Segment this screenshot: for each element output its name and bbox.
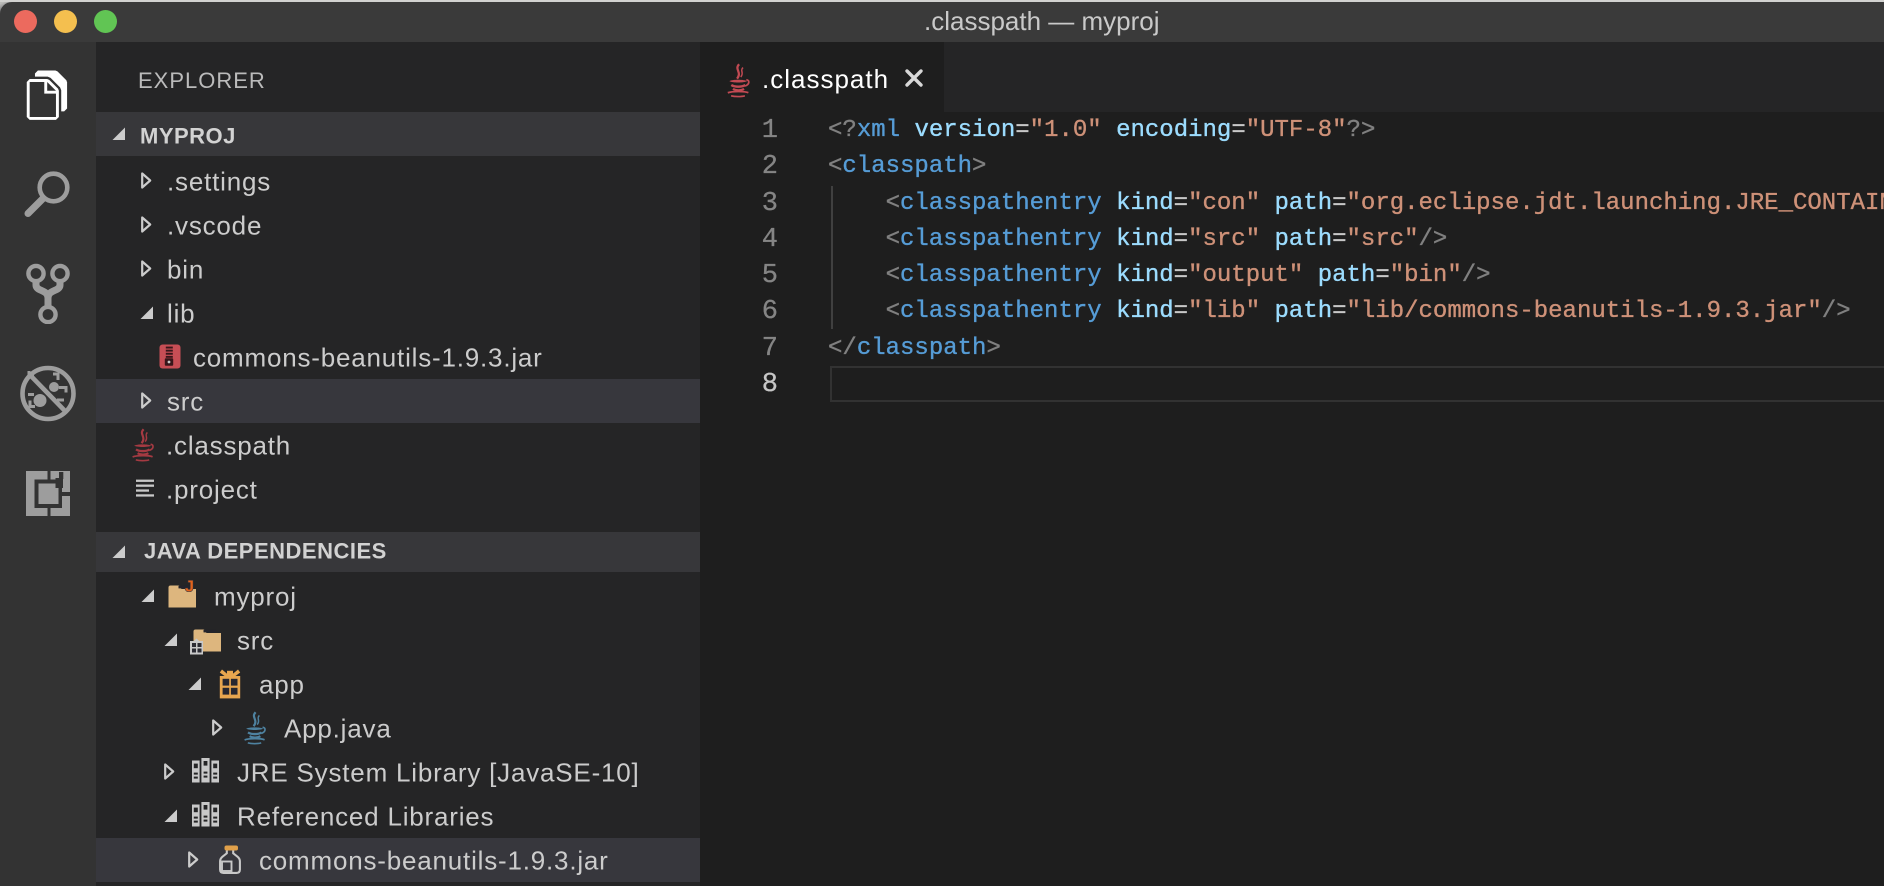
svg-text:J: J bbox=[185, 579, 194, 596]
